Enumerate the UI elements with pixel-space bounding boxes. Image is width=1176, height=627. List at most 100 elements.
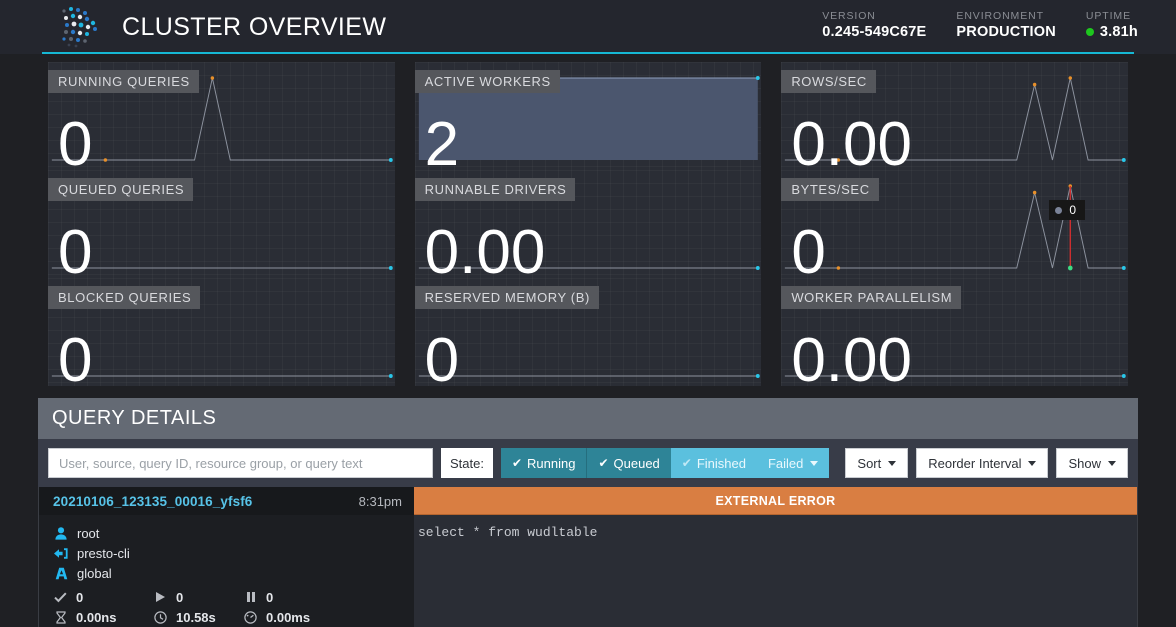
query-stat-check: 0 bbox=[53, 587, 153, 607]
query-stat-pause: 0 bbox=[243, 587, 414, 607]
check-icon: ✔ bbox=[511, 456, 523, 470]
query-stat-play: 0 bbox=[153, 587, 243, 607]
stat-tile-body: WORKER PARALLELISM 0.00 bbox=[781, 278, 1128, 386]
chevron-down-icon bbox=[1028, 460, 1037, 466]
state-filter-running[interactable]: ✔ Running bbox=[500, 448, 587, 478]
stat-tile-body: BYTES/SEC 0 0 bbox=[781, 170, 1128, 278]
stat-tile-label: RUNNABLE DRIVERS bbox=[414, 178, 576, 201]
stat-tile-running-queries[interactable]: RUNNING QUERIES 0 bbox=[38, 62, 405, 170]
state-filter-label-text: Queued bbox=[613, 455, 660, 471]
query-resource-group: global bbox=[77, 565, 112, 581]
menu-sort[interactable]: Sort bbox=[845, 448, 909, 478]
search-input[interactable] bbox=[48, 448, 433, 478]
state-filter-label-text: Running bbox=[527, 455, 576, 471]
state-filter-buttons: ✔ Running ✔ Queued ✔ Finished Failed bbox=[500, 448, 830, 478]
state-filter-label-text: Failed bbox=[767, 455, 804, 471]
stat-tile-active-workers[interactable]: ACTIVE WORKERS 2 bbox=[405, 62, 772, 170]
stat-tile-label: BLOCKED QUERIES bbox=[48, 286, 201, 309]
stat-tile-blocked-queries[interactable]: BLOCKED QUERIES 0 bbox=[38, 278, 405, 386]
menu-reorder-interval[interactable]: Reorder Interval bbox=[916, 448, 1049, 478]
query-details-header: QUERY DETAILS bbox=[38, 398, 1138, 439]
status-online-dot-icon bbox=[1085, 28, 1094, 36]
stat-tile-worker-parallelism[interactable]: WORKER PARALLELISM 0.00 bbox=[771, 278, 1138, 386]
sign-in-icon bbox=[53, 547, 69, 560]
stat-tile-body: ROWS/SEC 0.00 bbox=[781, 62, 1128, 170]
play-icon bbox=[153, 591, 168, 603]
menu-show[interactable]: Show bbox=[1056, 448, 1128, 478]
query-user-line: root bbox=[53, 523, 414, 543]
stat-tile-label: BYTES/SEC bbox=[781, 178, 879, 201]
tooltip-value: 0 bbox=[1069, 203, 1076, 217]
stat-tile-body: RUNNABLE DRIVERS 0.00 bbox=[414, 170, 762, 278]
tooltip-series-dot-icon bbox=[1055, 206, 1063, 214]
query-user: root bbox=[77, 525, 100, 541]
query-stat-clock: 10.58s bbox=[153, 607, 243, 627]
stat-tile-queued-queries[interactable]: QUEUED QUERIES 0 bbox=[38, 170, 405, 278]
tachometer-icon bbox=[243, 610, 258, 624]
stat-tile-body: BLOCKED QUERIES 0 bbox=[48, 278, 395, 386]
page-title: CLUSTER OVERVIEW bbox=[122, 12, 387, 41]
stat-tile-reserved-memory-b[interactable]: RESERVED MEMORY (B) 0 bbox=[405, 278, 772, 386]
query-list-item[interactable]: 20210106_123135_00016_yfsf6 8:31pm root … bbox=[38, 487, 1138, 627]
query-stat-hourglass: 0.00ns bbox=[53, 607, 153, 627]
query-meta: root presto-cli global 0 0 0 0.00ns 10.58s 0.… bbox=[39, 515, 414, 627]
menu-label: Reorder Interval bbox=[928, 455, 1022, 471]
state-filter-failed[interactable]: Failed bbox=[756, 448, 830, 478]
uptime-label: UPTIME bbox=[1085, 10, 1131, 22]
stat-tile-label: RESERVED MEMORY (B) bbox=[414, 286, 599, 309]
query-stat-value: 0.00ns bbox=[76, 609, 117, 625]
check-icon bbox=[53, 592, 68, 603]
version-block: VERSION 0.245-549C67E bbox=[822, 10, 926, 40]
query-source: presto-cli bbox=[77, 545, 130, 561]
state-filter-group: State: bbox=[440, 448, 493, 478]
menu-label: Show bbox=[1068, 455, 1101, 471]
state-filter-label-text: Finished bbox=[696, 455, 746, 471]
stat-tile-label: ROWS/SEC bbox=[781, 70, 876, 93]
pause-icon bbox=[243, 591, 258, 603]
stats-row-2: QUEUED QUERIES 0 RUNNABLE DRIVERS 0.00 BYTES… bbox=[38, 170, 1138, 278]
query-id-link[interactable]: 20210106_123135_00016_yfsf6 bbox=[53, 494, 252, 509]
uptime-value: 3.81h bbox=[1099, 24, 1138, 40]
chevron-down-icon bbox=[1108, 460, 1116, 466]
environment-value: PRODUCTION bbox=[956, 24, 1056, 40]
query-sql-text: select * from wudltable bbox=[418, 525, 598, 540]
cluster-stats: RUNNING QUERIES 0 ACTIVE WORKERS 2 ROWS/SEC 0… bbox=[0, 54, 1176, 386]
query-stat-value: 0 bbox=[176, 589, 184, 605]
menu-buttons: Sort Reorder Interval Show bbox=[837, 448, 1128, 478]
brand: CLUSTER OVERVIEW bbox=[56, 4, 386, 50]
query-toolbar: State: ✔ Running ✔ Queued ✔ Finished Failed So… bbox=[38, 439, 1138, 487]
chart-tooltip: 0 bbox=[1049, 200, 1085, 220]
menu-label: Sort bbox=[857, 455, 882, 471]
header-accent-rule bbox=[42, 52, 1134, 54]
stats-row-3: BLOCKED QUERIES 0 RESERVED MEMORY (B) 0 WORK… bbox=[38, 278, 1138, 386]
query-state-banner: EXTERNAL ERROR bbox=[414, 487, 1137, 515]
query-details-title: QUERY DETAILS bbox=[52, 407, 217, 429]
query-details-panel: QUERY DETAILS State: ✔ Running ✔ Queued ✔ Fin… bbox=[0, 386, 1176, 627]
environment-label: ENVIRONMENT bbox=[956, 10, 1044, 22]
stat-tile-bytes-sec[interactable]: BYTES/SEC 0 0 bbox=[771, 170, 1138, 278]
stat-tile-body: ACTIVE WORKERS 2 bbox=[414, 62, 762, 170]
stats-row-1: RUNNING QUERIES 0 ACTIVE WORKERS 2 ROWS/SEC 0… bbox=[38, 62, 1138, 170]
query-detail-pane: EXTERNAL ERROR select * from wudltable bbox=[414, 487, 1137, 627]
state-filter-queued[interactable]: ✔ Queued bbox=[586, 448, 671, 478]
stat-tile-body: QUEUED QUERIES 0 bbox=[48, 170, 395, 278]
header-meta: VERSION 0.245-549C67E ENVIRONMENT PRODUC… bbox=[822, 10, 1138, 44]
version-value: 0.245-549C67E bbox=[822, 24, 927, 40]
clock-icon bbox=[153, 610, 168, 624]
check-icon: ✔ bbox=[681, 456, 692, 470]
hourglass-icon bbox=[53, 610, 68, 624]
stat-tile-runnable-drivers[interactable]: RUNNABLE DRIVERS 0.00 bbox=[405, 170, 772, 278]
user-icon bbox=[53, 526, 69, 540]
stat-tile-rows-sec[interactable]: ROWS/SEC 0.00 bbox=[771, 62, 1138, 170]
state-filter-finished[interactable]: ✔ Finished bbox=[670, 448, 757, 478]
state-filter-label: State: bbox=[440, 448, 493, 478]
query-stat-value: 0 bbox=[76, 589, 84, 605]
query-time: 8:31pm bbox=[358, 493, 402, 509]
stat-tile-label: ACTIVE WORKERS bbox=[414, 70, 560, 93]
query-id-bar: 20210106_123135_00016_yfsf6 8:31pm bbox=[39, 487, 414, 515]
stat-tile-label: RUNNING QUERIES bbox=[48, 70, 199, 93]
font-a-icon bbox=[53, 567, 69, 580]
uptime-block: UPTIME 3.81h bbox=[1085, 10, 1138, 40]
chevron-down-icon bbox=[810, 460, 819, 466]
environment-block: ENVIRONMENT PRODUCTION bbox=[956, 10, 1055, 40]
